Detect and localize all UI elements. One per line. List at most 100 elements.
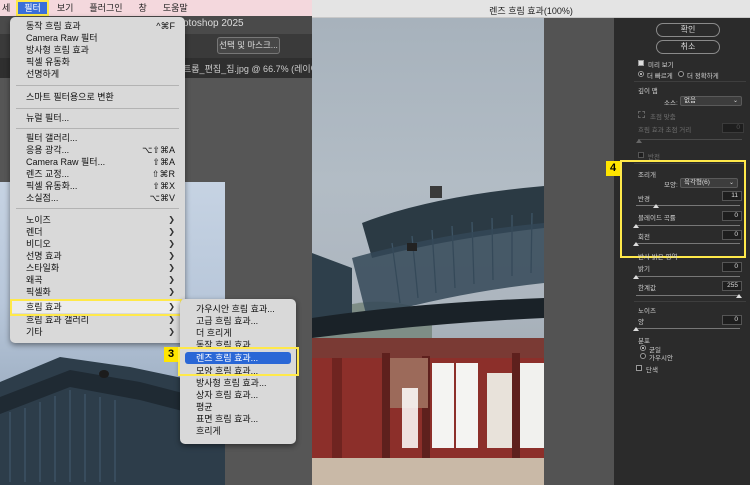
menu-item-average[interactable]: 평균 bbox=[180, 401, 296, 413]
menu-bar: 세 필터 보기 플러그인 창 도움말 bbox=[0, 0, 312, 16]
menu-item-blur[interactable]: 흐리게 bbox=[180, 425, 296, 437]
menu-item-radial-blur-recent[interactable]: 방사형 흐림 효과 bbox=[10, 44, 185, 56]
threshold-label: 한계값 bbox=[638, 285, 656, 292]
menu-item-video[interactable]: 비디오 ❯ bbox=[10, 238, 185, 250]
menu-item-sharpen[interactable]: 선명 효과 ❯ bbox=[10, 250, 185, 262]
depth-map-header: 깊이 맵 bbox=[638, 88, 658, 95]
select-and-mask-button[interactable]: 선택 및 마스크... bbox=[217, 37, 280, 54]
dialog-title-bar: 렌즈 흐림 효과(100%) bbox=[312, 0, 750, 18]
slider-knob[interactable] bbox=[633, 275, 639, 279]
menu-item-stylize[interactable]: 스타일화 ❯ bbox=[10, 262, 185, 274]
focal-point-label: 초점 맞춤 bbox=[650, 114, 676, 121]
app-title: otoshop 2025 bbox=[183, 18, 244, 29]
menu-item-camera-raw-recent[interactable]: Camera Raw 필터 bbox=[10, 32, 185, 44]
more-accurate-radio[interactable] bbox=[678, 71, 684, 77]
palace-illustration bbox=[312, 186, 544, 485]
menu-item-sharpen-recent[interactable]: 선명하게 bbox=[10, 68, 185, 80]
menu-separator bbox=[16, 128, 179, 129]
slider-knob[interactable] bbox=[636, 139, 642, 143]
brightness-slider[interactable] bbox=[636, 276, 740, 277]
submenu-arrow-icon: ❯ bbox=[168, 227, 175, 236]
threshold-field[interactable]: 255 bbox=[722, 281, 742, 291]
faster-label: 더 빠르게 bbox=[647, 73, 673, 80]
submenu-arrow-icon: ❯ bbox=[168, 263, 175, 272]
menu-filter[interactable]: 필터 bbox=[16, 0, 49, 16]
preview-photo bbox=[312, 18, 544, 485]
slider-knob[interactable] bbox=[736, 294, 742, 298]
menu-item-radial-blur[interactable]: 방사형 흐림 효과... bbox=[180, 377, 296, 389]
menu-plugins[interactable]: 플러그인 bbox=[81, 0, 130, 16]
faster-radio[interactable] bbox=[638, 71, 644, 77]
amount-field[interactable]: 0 bbox=[722, 315, 742, 325]
source-select[interactable]: 없음 ⌄ bbox=[680, 96, 742, 106]
menu-item-surface-blur[interactable]: 표면 흐림 효과... bbox=[180, 413, 296, 425]
focal-point-icon[interactable] bbox=[638, 111, 645, 118]
brightness-field[interactable]: 0 bbox=[722, 262, 742, 272]
photoshop-window: 세 필터 보기 플러그인 창 도움말 otoshop 2025 선택 및 마스크… bbox=[0, 0, 312, 485]
menu-item-liquify-recent[interactable]: 픽셀 유동화 bbox=[10, 56, 185, 68]
lens-blur-options-panel: 확인 취소 미리 보기 더 빠르게 더 정확하게 깊이 맵 소스: 없음 ⌄ 초점… bbox=[606, 18, 750, 485]
ok-button[interactable]: 확인 bbox=[656, 23, 720, 37]
uniform-radio[interactable] bbox=[640, 345, 646, 351]
monochromatic-label: 단색 bbox=[646, 367, 658, 374]
menu-item-filter-gallery[interactable]: 필터 갤러리... bbox=[10, 132, 185, 144]
menu-item-vanishing-point[interactable]: 소실점... ⌥⌘V bbox=[10, 192, 185, 204]
menu-item-camera-raw-filter[interactable]: Camera Raw 필터... ⇧⌘A bbox=[10, 156, 185, 168]
menu-item-other[interactable]: 기타 ❯ bbox=[10, 326, 185, 338]
gaussian-label: 가우시안 bbox=[649, 355, 673, 362]
invert-checkbox[interactable] bbox=[638, 152, 644, 158]
more-accurate-label: 더 정확하게 bbox=[687, 73, 719, 80]
lens-blur-highlight-box bbox=[178, 347, 299, 376]
blur-focal-distance-field[interactable]: 0 bbox=[722, 123, 744, 133]
menu-window[interactable]: 창 bbox=[131, 0, 155, 16]
preview-checkbox[interactable] bbox=[638, 60, 644, 66]
submenu-arrow-icon: ❯ bbox=[168, 215, 175, 224]
menu-separator bbox=[16, 108, 179, 109]
brightness-label: 밝기 bbox=[638, 266, 650, 273]
menu-item-adaptive-wide-angle[interactable]: 응용 광각... ⌥⇧⌘A bbox=[10, 144, 185, 156]
section-divider bbox=[634, 301, 746, 302]
menu-item-box-blur[interactable]: 상자 흐림 효과... bbox=[180, 389, 296, 401]
menu-edit-partial[interactable]: 세 bbox=[0, 0, 16, 16]
threshold-slider[interactable] bbox=[636, 295, 740, 296]
dialog-title: 렌즈 흐림 효과(100%) bbox=[489, 6, 573, 16]
chevron-down-icon: ⌄ bbox=[732, 98, 738, 104]
menu-item-pixelate[interactable]: 픽셀화 ❯ bbox=[10, 286, 185, 298]
menu-help[interactable]: 도움말 bbox=[155, 0, 196, 16]
specular-highlights-header: 반사 밝은 영역 bbox=[638, 254, 678, 261]
gaussian-radio[interactable] bbox=[640, 353, 646, 359]
menu-separator bbox=[16, 208, 179, 209]
blur-focal-distance-label: 흐림 효과 초점 거리 bbox=[638, 127, 692, 134]
menu-item-convert-smart-filters[interactable]: 스마트 필터용으로 변환 bbox=[10, 91, 185, 103]
noise-header: 노이즈 bbox=[638, 308, 656, 315]
filter-menu: 동작 흐림 효과 ^⌘F Camera Raw 필터 방사형 흐림 효과 픽셀 유… bbox=[10, 17, 185, 343]
menu-item-lens-correction[interactable]: 렌즈 교정... ⇧⌘R bbox=[10, 168, 185, 180]
cancel-button[interactable]: 취소 bbox=[656, 40, 720, 54]
menu-item-blur-more[interactable]: 더 흐리게 bbox=[180, 327, 296, 339]
blur-focal-distance-slider[interactable] bbox=[638, 139, 742, 140]
menu-item-distort[interactable]: 왜곡 ❯ bbox=[10, 274, 185, 286]
amount-label: 양 bbox=[638, 319, 644, 326]
slider-knob[interactable] bbox=[633, 327, 639, 331]
menu-item-gaussian-blur[interactable]: 가우시안 흐림 효과... bbox=[180, 303, 296, 315]
menu-item-liquify[interactable]: 픽셀 유동화... ⇧⌘X bbox=[10, 180, 185, 192]
menu-item-render[interactable]: 렌더 ❯ bbox=[10, 226, 185, 238]
step-badge-4: 4 bbox=[606, 161, 620, 176]
menu-item-smart-blur[interactable]: 고급 흐림 효과... bbox=[180, 315, 296, 327]
step-badge-3: 3 bbox=[164, 347, 178, 362]
submenu-arrow-icon: ❯ bbox=[168, 327, 175, 336]
monochromatic-checkbox[interactable] bbox=[636, 365, 642, 371]
document-tab[interactable]: 트롬_편집_집.jpg @ 66.7% (레이어 0 bbox=[183, 62, 312, 75]
menu-item-noise[interactable]: 노이즈 ❯ bbox=[10, 214, 185, 226]
blur-item-highlight bbox=[10, 299, 182, 316]
preview-area bbox=[312, 18, 614, 485]
amount-slider[interactable] bbox=[636, 328, 740, 329]
submenu-arrow-icon: ❯ bbox=[168, 239, 175, 248]
iris-highlight-box bbox=[620, 160, 746, 258]
submenu-arrow-icon: ❯ bbox=[168, 287, 175, 296]
section-divider bbox=[634, 81, 746, 82]
source-label: 소스: bbox=[664, 100, 678, 107]
menu-item-neural-filters[interactable]: 뉴럴 필터... bbox=[10, 112, 185, 124]
menu-view[interactable]: 보기 bbox=[49, 0, 82, 16]
menu-item-last-filter[interactable]: 동작 흐림 효과 ^⌘F bbox=[10, 20, 185, 32]
